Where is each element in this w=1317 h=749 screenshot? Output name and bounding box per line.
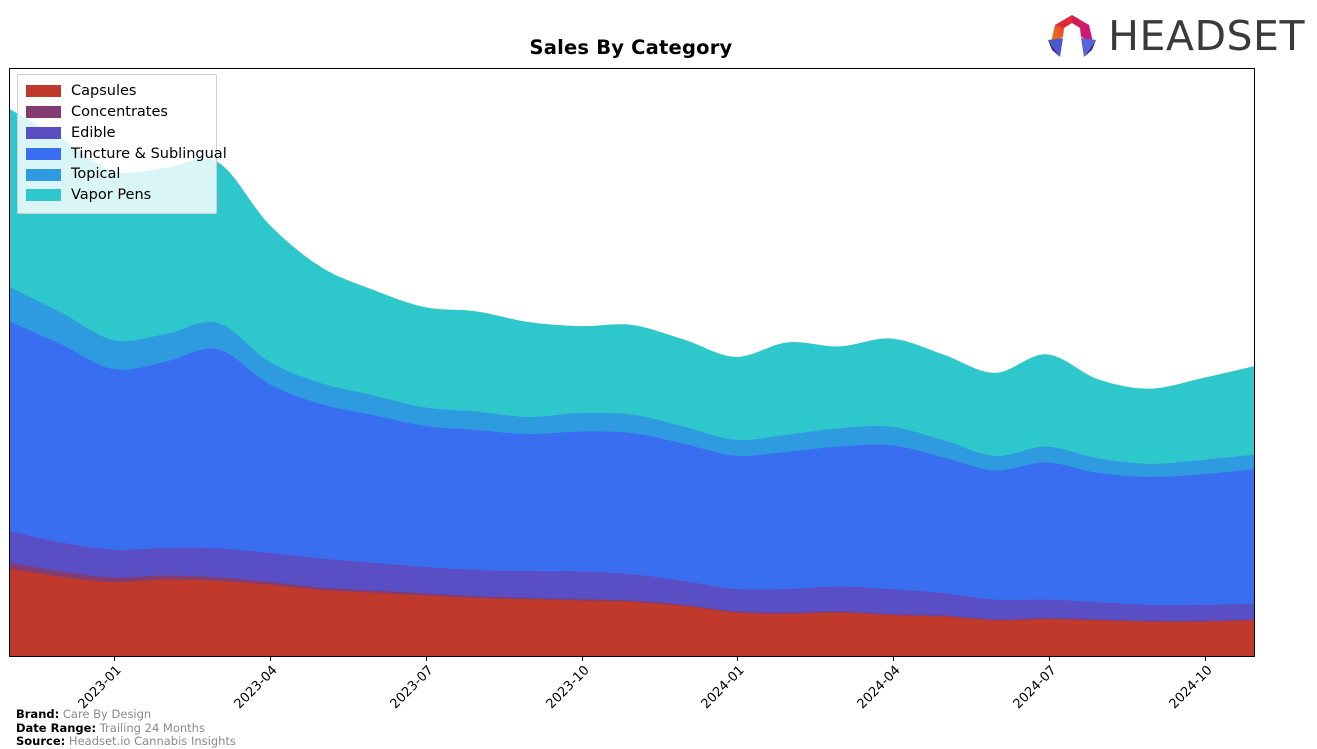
footnotes: Brand: Care By Design Date Range: Traili… <box>16 707 236 749</box>
footnote-brand-value: Care By Design <box>62 707 152 721</box>
x-axis-tick-mark <box>1048 657 1050 661</box>
legend-item-label: Tincture & Sublingual <box>71 145 227 162</box>
headset-logo: HEADSET <box>1044 11 1305 61</box>
legend-item-label: Capsules <box>71 83 137 100</box>
legend: Capsules Concentrates Edible Tincture & Sub… <box>17 74 227 214</box>
x-axis-tick-label: 2024-01 <box>698 663 748 713</box>
footnote-date-range-value: Trailing 24 Months <box>99 720 205 735</box>
x-axis-tick-mark <box>737 657 739 661</box>
legend-item[interactable]: Concentrates <box>26 102 208 123</box>
x-axis-tick-mark <box>893 657 894 661</box>
legend-swatch-icon <box>26 189 61 202</box>
footnote-date-range-key: Date Range: <box>16 720 97 735</box>
x-axis-tick-mark <box>425 657 427 661</box>
legend-item[interactable]: Capsules <box>26 81 208 102</box>
x-axis-tick-mark <box>581 657 583 661</box>
legend-swatch-icon <box>26 85 61 98</box>
legend-swatch-icon <box>26 106 61 119</box>
x-axis-tick-mark <box>114 657 116 661</box>
headset-logo-wordmark: HEADSET <box>1108 11 1305 60</box>
legend-item-label: Topical <box>71 166 121 183</box>
legend-swatch-icon <box>26 126 61 139</box>
footnote-source: Source: Headset.io Cannabis Insights <box>16 734 236 749</box>
x-axis-tick-mark <box>1204 657 1206 661</box>
footnote-brand-key: Brand: <box>16 707 60 721</box>
legend-item-label: Concentrates <box>71 103 168 120</box>
legend-swatch-icon <box>26 147 61 160</box>
legend-item-label: Edible <box>71 124 116 141</box>
x-axis-tick-label: 2024-04 <box>854 663 904 713</box>
footnote-brand: Brand: Care By Design <box>16 707 236 722</box>
footnote-source-value: Headset.io Cannabis Insights <box>68 734 236 748</box>
legend-swatch-icon <box>26 168 61 181</box>
legend-item[interactable]: Topical <box>26 164 208 185</box>
legend-item-label: Vapor Pens <box>71 187 152 204</box>
legend-item[interactable]: Vapor Pens <box>26 185 208 206</box>
legend-item[interactable]: Tincture & Sublingual <box>26 143 227 164</box>
x-axis-tick-label: 2023-10 <box>543 663 593 713</box>
legend-item[interactable]: Edible <box>26 123 208 144</box>
chart-page: Sales By Category HEADSET Capsules Conce… <box>0 0 1317 749</box>
x-axis-tick-mark <box>270 657 271 661</box>
footnote-source-key: Source: <box>16 734 66 748</box>
footnote-date-range: Date Range: Trailing 24 Months <box>16 720 236 736</box>
x-axis-tick-label: 2024-07 <box>1010 663 1060 713</box>
x-axis-tick-label: 2023-07 <box>387 663 437 713</box>
headset-logo-icon <box>1048 15 1097 57</box>
x-axis-tick-label: 2024-10 <box>1166 663 1216 713</box>
